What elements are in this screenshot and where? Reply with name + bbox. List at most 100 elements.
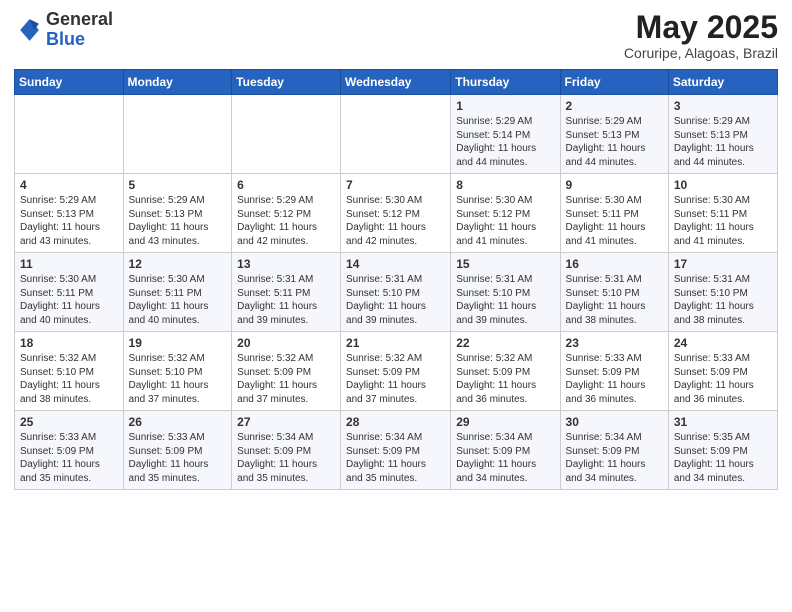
- calendar-cell: [123, 95, 232, 174]
- logo: General Blue: [14, 10, 113, 50]
- calendar-cell: 13 Sunrise: 5:31 AMSunset: 5:11 PMDayligh…: [232, 253, 341, 332]
- day-content: Sunrise: 5:31 AMSunset: 5:10 PMDaylight:…: [566, 273, 663, 327]
- calendar-cell: 16 Sunrise: 5:31 AMSunset: 5:10 PMDayligh…: [560, 253, 668, 332]
- day-number: 11: [20, 257, 118, 271]
- day-number: 22: [456, 336, 554, 350]
- calendar-cell: 26Sunrise: 5:33 AMSunset: 5:09 PMDayligh…: [123, 411, 232, 490]
- day-content: Sunrise: 5:32 AMSunset: 5:09 PMDaylight:…: [456, 352, 554, 406]
- day-number: 30: [566, 415, 663, 429]
- calendar-cell: 29 Sunrise: 5:34 AMSunset: 5:09 PMDayligh…: [451, 411, 560, 490]
- page: General Blue May 2025 Coruripe, Alagoas,…: [0, 0, 792, 504]
- day-number: 16: [566, 257, 663, 271]
- day-number: 9: [566, 178, 663, 192]
- calendar-cell: 25Sunrise: 5:33 AMSunset: 5:09 PMDayligh…: [15, 411, 124, 490]
- calendar-cell: 23Sunrise: 5:33 AMSunset: 5:09 PMDayligh…: [560, 332, 668, 411]
- calendar-cell: [341, 95, 451, 174]
- month-title: May 2025: [624, 10, 778, 45]
- day-number: 15: [456, 257, 554, 271]
- calendar-cell: 12Sunrise: 5:30 AMSunset: 5:11 PMDayligh…: [123, 253, 232, 332]
- day-content: Sunrise: 5:34 AMSunset: 5:09 PMDaylight:…: [566, 431, 663, 485]
- calendar-week-row: 25Sunrise: 5:33 AMSunset: 5:09 PMDayligh…: [15, 411, 778, 490]
- day-number: 20: [237, 336, 335, 350]
- day-content: Sunrise: 5:29 AMSunset: 5:13 PMDaylight:…: [20, 194, 118, 248]
- calendar-cell: 22 Sunrise: 5:32 AMSunset: 5:09 PMDayligh…: [451, 332, 560, 411]
- calendar-cell: 7 Sunrise: 5:30 AMSunset: 5:12 PMDaylight…: [341, 174, 451, 253]
- calendar-week-row: 1Sunrise: 5:29 AMSunset: 5:14 PMDaylight…: [15, 95, 778, 174]
- day-number: 28: [346, 415, 445, 429]
- day-number: 12: [129, 257, 227, 271]
- day-content: Sunrise: 5:33 AMSunset: 5:09 PMDaylight:…: [20, 431, 118, 485]
- day-content: Sunrise: 5:31 AMSunset: 5:10 PMDaylight:…: [674, 273, 772, 327]
- logo-blue-text: Blue: [46, 29, 85, 49]
- title-block: May 2025 Coruripe, Alagoas, Brazil: [624, 10, 778, 61]
- day-content: Sunrise: 5:33 AMSunset: 5:09 PMDaylight:…: [566, 352, 663, 406]
- calendar-cell: 11 Sunrise: 5:30 AMSunset: 5:11 PMDayligh…: [15, 253, 124, 332]
- calendar-cell: 14Sunrise: 5:31 AMSunset: 5:10 PMDayligh…: [341, 253, 451, 332]
- day-content: Sunrise: 5:34 AMSunset: 5:09 PMDaylight:…: [237, 431, 335, 485]
- calendar-cell: 19 Sunrise: 5:32 AMSunset: 5:10 PMDayligh…: [123, 332, 232, 411]
- day-number: 17: [674, 257, 772, 271]
- day-number: 21: [346, 336, 445, 350]
- day-number: 27: [237, 415, 335, 429]
- day-content: Sunrise: 5:30 AMSunset: 5:11 PMDaylight:…: [674, 194, 772, 248]
- calendar-cell: [15, 95, 124, 174]
- day-content: Sunrise: 5:29 AMSunset: 5:13 PMDaylight:…: [566, 115, 663, 169]
- calendar-table: SundayMondayTuesdayWednesdayThursdayFrid…: [14, 69, 778, 490]
- calendar-cell: 2 Sunrise: 5:29 AMSunset: 5:13 PMDaylight…: [560, 95, 668, 174]
- day-number: 4: [20, 178, 118, 192]
- calendar-cell: 18 Sunrise: 5:32 AMSunset: 5:10 PMDayligh…: [15, 332, 124, 411]
- day-content: Sunrise: 5:31 AMSunset: 5:10 PMDaylight:…: [456, 273, 554, 327]
- calendar-header-thursday: Thursday: [451, 70, 560, 95]
- day-content: Sunrise: 5:32 AMSunset: 5:10 PMDaylight:…: [20, 352, 118, 406]
- calendar-cell: 5 Sunrise: 5:29 AMSunset: 5:13 PMDaylight…: [123, 174, 232, 253]
- calendar-cell: 10 Sunrise: 5:30 AMSunset: 5:11 PMDayligh…: [668, 174, 777, 253]
- day-content: Sunrise: 5:31 AMSunset: 5:11 PMDaylight:…: [237, 273, 335, 327]
- calendar-header-sunday: Sunday: [15, 70, 124, 95]
- day-content: Sunrise: 5:32 AMSunset: 5:09 PMDaylight:…: [237, 352, 335, 406]
- day-number: 10: [674, 178, 772, 192]
- day-number: 29: [456, 415, 554, 429]
- day-content: Sunrise: 5:29 AMSunset: 5:12 PMDaylight:…: [237, 194, 335, 248]
- day-number: 2: [566, 99, 663, 113]
- day-number: 31: [674, 415, 772, 429]
- calendar-cell: 27 Sunrise: 5:34 AMSunset: 5:09 PMDayligh…: [232, 411, 341, 490]
- logo-general-text: General: [46, 9, 113, 29]
- day-number: 7: [346, 178, 445, 192]
- location: Coruripe, Alagoas, Brazil: [624, 45, 778, 61]
- calendar-header-saturday: Saturday: [668, 70, 777, 95]
- calendar-header-wednesday: Wednesday: [341, 70, 451, 95]
- day-number: 5: [129, 178, 227, 192]
- day-number: 1: [456, 99, 554, 113]
- day-number: 8: [456, 178, 554, 192]
- day-content: Sunrise: 5:34 AMSunset: 5:09 PMDaylight:…: [346, 431, 445, 485]
- calendar-cell: 21Sunrise: 5:32 AMSunset: 5:09 PMDayligh…: [341, 332, 451, 411]
- day-number: 18: [20, 336, 118, 350]
- logo-icon: [14, 16, 42, 44]
- day-content: Sunrise: 5:34 AMSunset: 5:09 PMDaylight:…: [456, 431, 554, 485]
- calendar-cell: 31Sunrise: 5:35 AMSunset: 5:09 PMDayligh…: [668, 411, 777, 490]
- day-number: 14: [346, 257, 445, 271]
- day-content: Sunrise: 5:30 AMSunset: 5:11 PMDaylight:…: [20, 273, 118, 327]
- calendar-cell: 3Sunrise: 5:29 AMSunset: 5:13 PMDaylight…: [668, 95, 777, 174]
- day-content: Sunrise: 5:29 AMSunset: 5:13 PMDaylight:…: [674, 115, 772, 169]
- calendar-week-row: 18 Sunrise: 5:32 AMSunset: 5:10 PMDayligh…: [15, 332, 778, 411]
- header: General Blue May 2025 Coruripe, Alagoas,…: [14, 10, 778, 61]
- day-content: Sunrise: 5:30 AMSunset: 5:11 PMDaylight:…: [566, 194, 663, 248]
- calendar-cell: 9 Sunrise: 5:30 AMSunset: 5:11 PMDaylight…: [560, 174, 668, 253]
- calendar-cell: 1Sunrise: 5:29 AMSunset: 5:14 PMDaylight…: [451, 95, 560, 174]
- day-number: 19: [129, 336, 227, 350]
- calendar-cell: 15 Sunrise: 5:31 AMSunset: 5:10 PMDayligh…: [451, 253, 560, 332]
- day-number: 26: [129, 415, 227, 429]
- day-content: Sunrise: 5:30 AMSunset: 5:12 PMDaylight:…: [346, 194, 445, 248]
- day-number: 13: [237, 257, 335, 271]
- calendar-cell: 4 Sunrise: 5:29 AMSunset: 5:13 PMDaylight…: [15, 174, 124, 253]
- day-content: Sunrise: 5:30 AMSunset: 5:12 PMDaylight:…: [456, 194, 554, 248]
- calendar-cell: [232, 95, 341, 174]
- calendar-cell: 24Sunrise: 5:33 AMSunset: 5:09 PMDayligh…: [668, 332, 777, 411]
- calendar-header-friday: Friday: [560, 70, 668, 95]
- day-content: Sunrise: 5:32 AMSunset: 5:10 PMDaylight:…: [129, 352, 227, 406]
- calendar-cell: 17 Sunrise: 5:31 AMSunset: 5:10 PMDayligh…: [668, 253, 777, 332]
- calendar-week-row: 11 Sunrise: 5:30 AMSunset: 5:11 PMDayligh…: [15, 253, 778, 332]
- calendar-cell: 20 Sunrise: 5:32 AMSunset: 5:09 PMDayligh…: [232, 332, 341, 411]
- day-content: Sunrise: 5:29 AMSunset: 5:13 PMDaylight:…: [129, 194, 227, 248]
